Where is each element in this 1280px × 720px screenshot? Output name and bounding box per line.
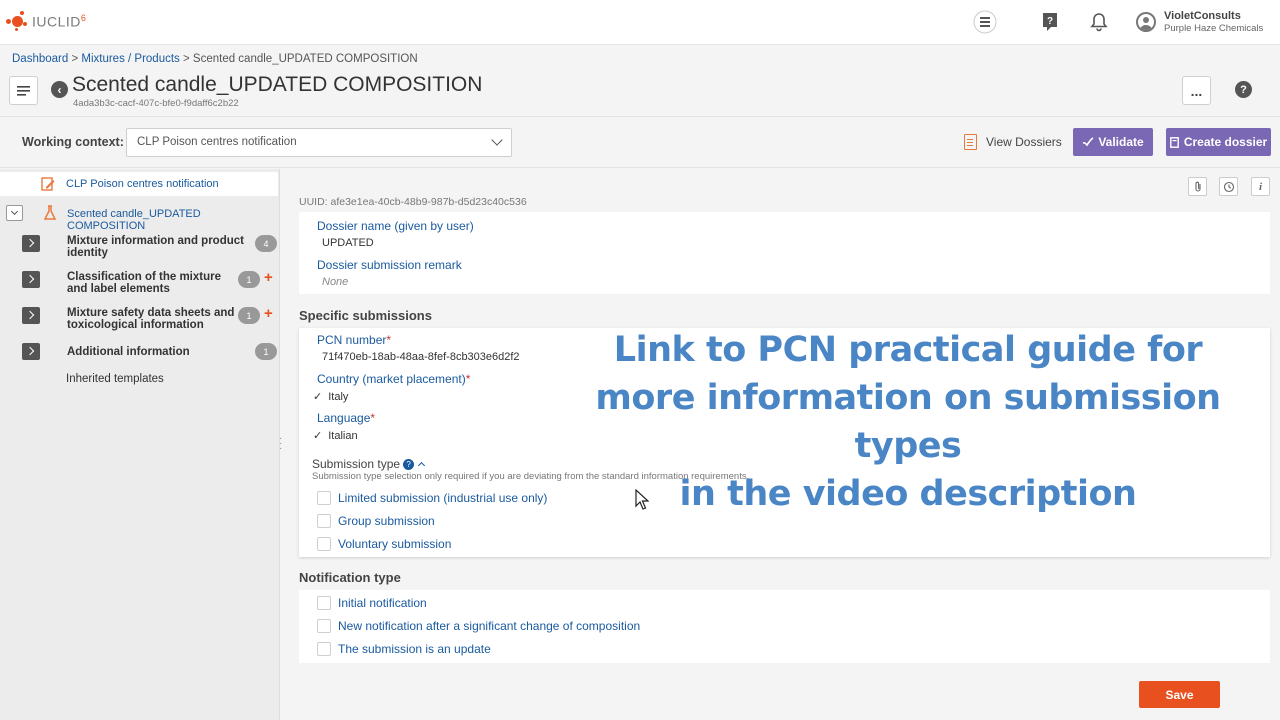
breadcrumb-dashboard[interactable]: Dashboard	[12, 53, 68, 65]
check-icon: ✓	[313, 430, 323, 442]
tree-item-label: Additional information	[67, 346, 190, 358]
help-center-icon[interactable]: ?	[1037, 9, 1063, 35]
checkbox-update[interactable]: The submission is an update	[317, 642, 491, 656]
page-uuid: 4ada3b3c-cacf-407c-bfe0-f9daff6c2b22	[73, 98, 239, 109]
dossier-info-panel: Dossier name (given by user) UPDATED Dos…	[299, 212, 1270, 294]
more-actions-button[interactable]: ...	[1182, 76, 1211, 105]
tree-item-label: Mixture information and product identity	[67, 235, 244, 259]
logo-dots-icon	[6, 8, 30, 34]
iuclid-logo[interactable]: IUCLID6	[6, 6, 86, 36]
chevron-left-icon: ‹	[57, 82, 62, 97]
country-value[interactable]: ✓ Italy	[313, 390, 348, 403]
back-button[interactable]: ‹	[51, 81, 68, 98]
specific-submissions-title: Specific submissions	[299, 308, 432, 323]
tree-item-context-label: CLP Poison centres notification	[66, 178, 219, 190]
expand-toggle[interactable]	[22, 307, 40, 324]
pcn-number-label: PCN number*	[317, 333, 392, 347]
country-label: Country (market placement)*	[317, 372, 471, 386]
validate-button[interactable]: Validate	[1073, 128, 1153, 156]
user-menu[interactable]: VioletConsults Purple Haze Chemicals	[1136, 8, 1263, 36]
breadcrumb-mixtures[interactable]: Mixtures / Products	[81, 53, 179, 65]
breadcrumb-current: Scented candle_UPDATED COMPOSITION	[192, 53, 418, 65]
collapse-toggle[interactable]	[6, 205, 23, 221]
create-dossier-button[interactable]: Create dossier	[1166, 128, 1271, 156]
svg-text:?: ?	[1047, 16, 1053, 27]
history-icon[interactable]	[1219, 177, 1238, 196]
sidebar-resize-handle[interactable]: · · ·	[279, 434, 282, 454]
view-dossiers-button[interactable]: View Dossiers	[964, 134, 1062, 150]
expand-toggle[interactable]	[22, 343, 40, 360]
top-bar: IUCLID6 ? VioletConsults Purple Haze Che…	[0, 0, 1280, 45]
dossier-remark-value[interactable]: None	[322, 276, 348, 288]
user-organisation: Purple Haze Chemicals	[1164, 22, 1264, 34]
breadcrumb: Dashboard > Mixtures / Products > Scente…	[12, 53, 418, 65]
expand-toggle[interactable]	[22, 271, 40, 288]
working-context-bar: Working context: CLP Poison centres noti…	[0, 116, 1280, 168]
checkbox-limited-submission[interactable]: Limited submission (industrial use only)	[317, 491, 547, 505]
dossier-icon	[964, 134, 977, 150]
dossier-name-label: Dossier name (given by user)	[317, 219, 474, 233]
sidebar-toggle-button[interactable]	[9, 76, 38, 105]
count-badge: 1	[238, 271, 260, 288]
chevron-up-icon[interactable]	[418, 461, 426, 470]
validate-icon	[1082, 137, 1094, 147]
help-button[interactable]: ?	[1235, 81, 1252, 98]
video-caption-overlay: Link to PCN practical guide for more inf…	[595, 330, 1221, 514]
document-uuid: UUID: afe3e1ea-40cb-48b9-987b-d5d23c40c5…	[299, 196, 527, 208]
chevron-down-icon	[491, 134, 503, 146]
submission-type-label: Submission type?	[312, 457, 426, 471]
notifications-bell-icon[interactable]	[1086, 9, 1112, 35]
question-icon: ?	[1240, 83, 1247, 96]
info-icon[interactable]: i	[1251, 177, 1270, 196]
count-badge: 1	[255, 343, 277, 360]
logo-text: IUCLID6	[32, 12, 87, 30]
tasks-icon[interactable]	[972, 9, 998, 35]
page-title: Scented candle_UPDATED COMPOSITION	[72, 73, 483, 96]
add-icon[interactable]: +	[264, 269, 273, 286]
dossier-remark-label: Dossier submission remark	[317, 258, 462, 272]
working-context-value: CLP Poison centres notification	[137, 136, 297, 148]
hamburger-icon	[17, 85, 30, 96]
more-icon: ...	[1190, 82, 1203, 99]
working-context-select[interactable]: CLP Poison centres notification	[126, 128, 512, 157]
checkbox-voluntary-submission[interactable]: Voluntary submission	[317, 537, 451, 551]
notification-type-title: Notification type	[299, 570, 401, 585]
expand-toggle[interactable]	[22, 235, 40, 252]
user-avatar-icon	[1136, 12, 1156, 32]
add-icon[interactable]: +	[264, 305, 273, 322]
attachment-icon[interactable]	[1188, 177, 1207, 196]
check-icon: ✓	[313, 391, 323, 403]
view-dossiers-label: View Dossiers	[986, 135, 1062, 149]
checkbox-group-submission[interactable]: Group submission	[317, 514, 435, 528]
count-badge: 1	[238, 307, 260, 324]
working-context-label: Working context:	[22, 135, 124, 149]
tree-item-label: Inherited templates	[66, 373, 164, 385]
tree-item-context[interactable]: CLP Poison centres notification	[0, 172, 278, 196]
tree-item-label: Classification of the mixture and label …	[67, 271, 222, 295]
mouse-cursor-icon	[635, 489, 649, 510]
pcn-number-value[interactable]: 71f470eb-18ab-48aa-8fef-8cb303e6d2f2	[322, 351, 520, 363]
checkbox-new-notification[interactable]: New notification after a significant cha…	[317, 619, 640, 633]
tree-item-root-label: Scented candle_UPDATED COMPOSITION	[67, 208, 201, 232]
count-badge: 4	[255, 235, 277, 252]
language-label: Language*	[317, 411, 376, 425]
dossier-name-value[interactable]: UPDATED	[322, 237, 374, 249]
user-name: VioletConsults	[1164, 9, 1241, 22]
tree-item-label: Mixture safety data sheets and toxicolog…	[67, 307, 235, 331]
create-dossier-icon	[1169, 136, 1179, 148]
help-icon[interactable]: ?	[403, 459, 415, 470]
save-button[interactable]: Save	[1139, 681, 1220, 708]
edit-document-icon	[41, 177, 55, 191]
notification-type-panel: Initial notification New notification af…	[299, 590, 1270, 663]
language-value[interactable]: ✓ Italian	[313, 429, 358, 442]
mixture-flask-icon	[43, 205, 57, 220]
checkbox-initial-notification[interactable]: Initial notification	[317, 596, 427, 610]
navigation-tree: CLP Poison centres notification Scented …	[0, 169, 280, 720]
